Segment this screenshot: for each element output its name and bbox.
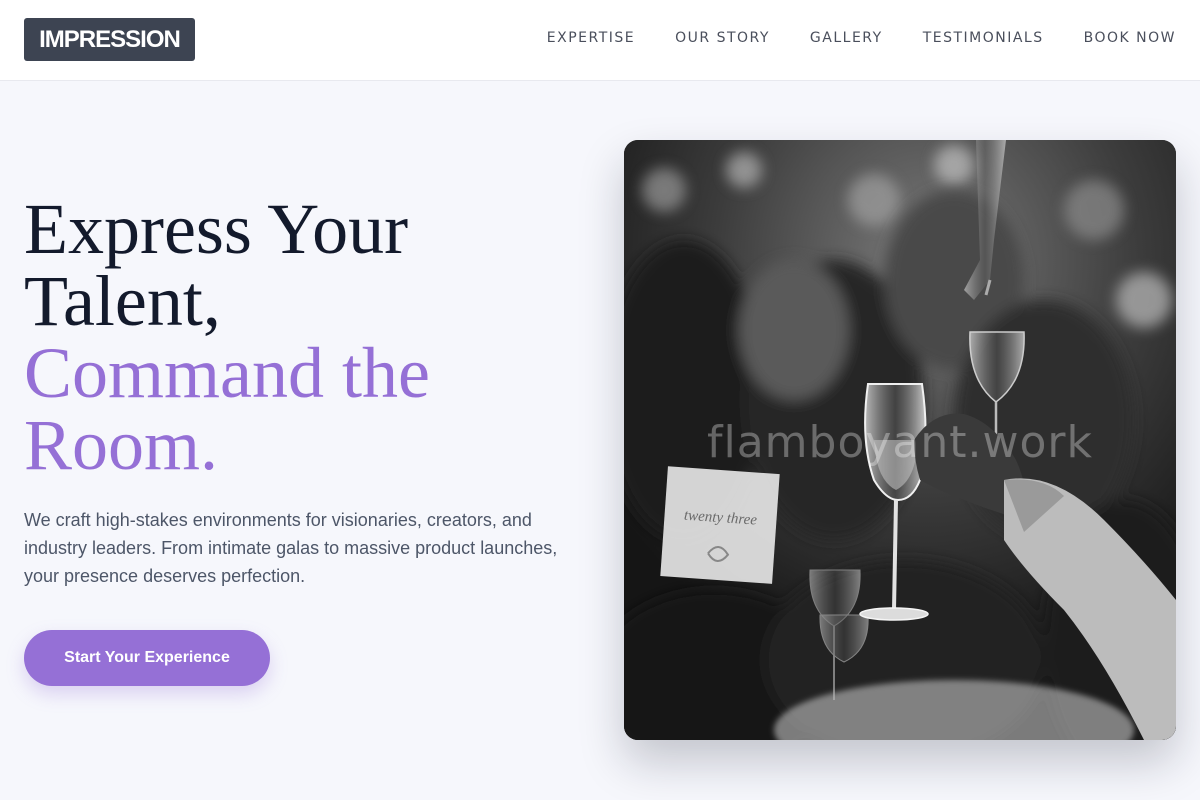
logo[interactable]: IMPRESSION (24, 18, 195, 61)
headline-line-1: Express Your (24, 189, 409, 269)
hero-photo: twenty three flamboyant.work (624, 140, 1176, 740)
nav-link-expertise[interactable]: EXPERTISE (547, 30, 635, 46)
headline-accent-line-2: Room. (24, 405, 219, 485)
nav-link-book-now[interactable]: BOOK NOW (1084, 30, 1176, 46)
headline-accent-line-1: Command the (24, 333, 430, 413)
site-header: IMPRESSION EXPERTISE OUR STORY GALLERY T… (0, 0, 1200, 81)
hero-headline: Express Your Talent, Command the Room. (24, 193, 584, 481)
hero-description: We craft high-stakes environments for vi… (24, 510, 558, 586)
nav-link-our-story[interactable]: OUR STORY (675, 30, 770, 46)
nav-link-gallery[interactable]: GALLERY (810, 30, 883, 46)
main-nav: EXPERTISE OUR STORY GALLERY TESTIMONIALS… (547, 30, 1176, 46)
image-watermark: flamboyant.work (707, 417, 1093, 468)
start-experience-button[interactable]: Start Your Experience (24, 630, 270, 686)
headline-line-2: Talent, (24, 261, 221, 341)
nav-link-testimonials[interactable]: TESTIMONIALS (923, 30, 1044, 46)
